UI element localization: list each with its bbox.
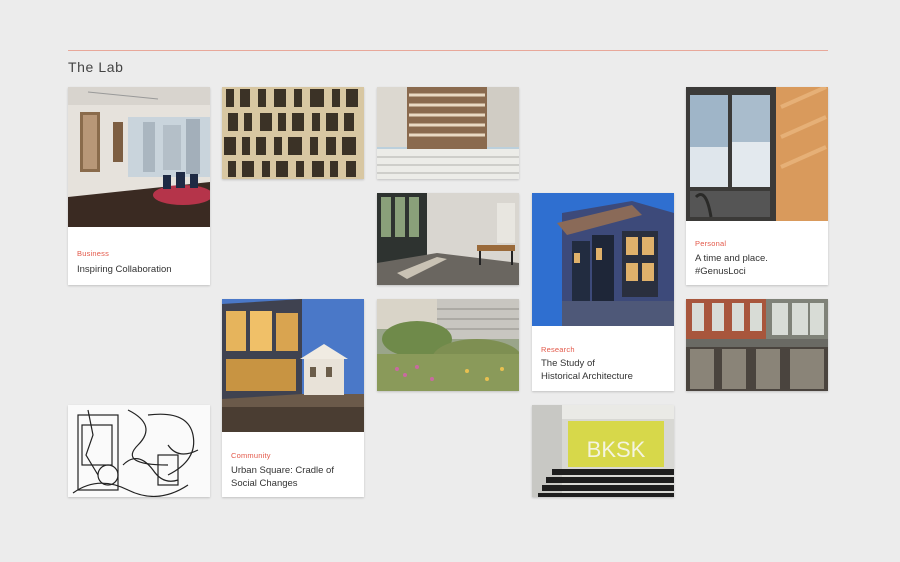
card-caption: Inspiring Collaboration [77,264,172,275]
card-category: Community [231,451,271,460]
card-business[interactable]: Business Inspiring Collaboration [68,87,210,285]
card-category: Research [541,345,575,354]
header-divider [68,50,828,51]
card-caption-line: Social Changes [231,478,298,489]
auditorium-sign-text: BKSK [587,437,646,462]
card-caption: The Study of Historical Architecture [541,357,633,383]
card-caption-line: Urban Square: Cradle of [231,465,334,476]
card-category: Personal [695,239,727,248]
sketch-drawing[interactable] [68,405,210,497]
card-caption: Urban Square: Cradle of Social Changes [231,464,334,490]
card-caption-line: The Study of [541,358,595,369]
corridor-photo[interactable] [377,193,519,285]
card-caption-line: Historical Architecture [541,371,633,382]
section-title: The Lab [68,59,124,75]
card-caption-line: #GenusLoci [695,266,746,277]
card-community[interactable]: Community Urban Square: Cradle of Social… [222,299,364,497]
louvers-photo[interactable] [377,87,519,179]
garden-photo[interactable] [377,299,519,391]
modern-house-photo [222,299,364,432]
window-view-photo [686,87,828,221]
card-caption: A time and place. #GenusLoci [695,252,768,278]
blue-building-photo [532,193,674,326]
facade-grid-photo[interactable] [222,87,364,179]
brick-building-photo[interactable] [686,299,828,391]
card-caption-line: A time and place. [695,253,768,264]
card-category: Business [77,249,110,258]
office-interior-photo [68,87,210,227]
card-research[interactable]: Research The Study of Historical Archite… [532,193,674,391]
card-personal[interactable]: Personal A time and place. #GenusLoci [686,87,828,285]
auditorium-photo[interactable]: BKSK [532,405,674,497]
